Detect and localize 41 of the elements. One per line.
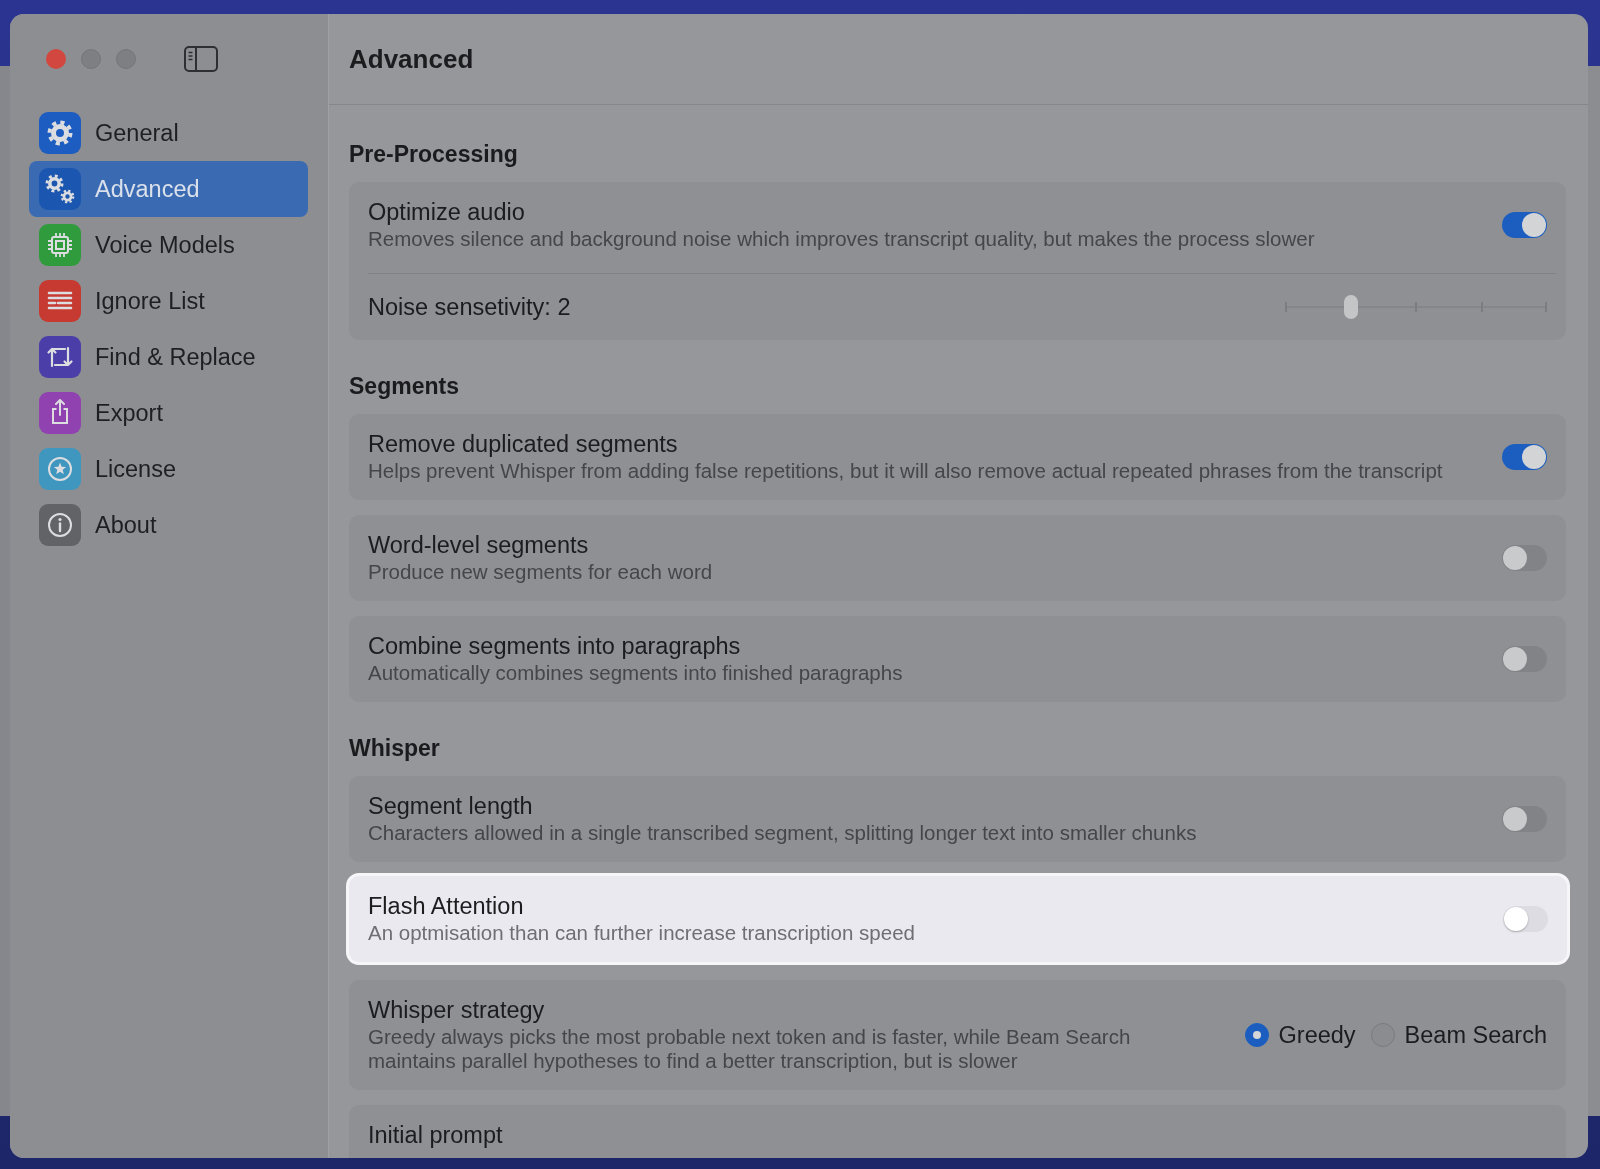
sidebar-item[interactable]: Export xyxy=(29,385,308,441)
toggle-switch[interactable] xyxy=(1502,645,1547,672)
setting-title: Initial prompt xyxy=(368,1121,504,1149)
setting-title: Word-level segments xyxy=(368,531,590,559)
toggle-switch[interactable] xyxy=(1502,211,1547,238)
section-heading: Segments xyxy=(349,372,460,400)
sidebar-item[interactable]: Ignore List xyxy=(29,273,308,329)
close-button[interactable] xyxy=(46,49,66,69)
toggle-switch[interactable] xyxy=(1502,805,1547,832)
sidebar-icon[interactable] xyxy=(184,46,218,72)
radio-button[interactable] xyxy=(1244,1022,1269,1047)
sidebar-item[interactable]: General xyxy=(29,105,308,161)
setting-title: Remove duplicated segments xyxy=(368,430,679,458)
toggle-switch[interactable] xyxy=(1502,443,1547,470)
page-title: Advanced xyxy=(349,43,474,75)
setting-title: Segment length xyxy=(368,792,534,820)
radio-label[interactable]: Greedy xyxy=(1278,1020,1356,1049)
setting-description: Characters allowed in a single transcribed segment, splitting longer text into smaller chunks xyxy=(368,821,1198,845)
sidebar-item[interactable]: License xyxy=(29,441,308,497)
slider-track[interactable] xyxy=(1285,294,1547,320)
setting-title: Flash Attention xyxy=(368,892,525,920)
setting-description: Helps prevent Whisper from adding false repetitions, but it will also remove actual repeated phrases from the transcript xyxy=(368,459,1444,483)
setting-description: An optmisation than can further increase transcription speed xyxy=(368,921,916,945)
sidebar-item[interactable]: Find & Replace xyxy=(29,329,308,385)
sidebar-item[interactable]: Voice Models xyxy=(29,217,308,273)
setting-title: Combine segments into paragraphs xyxy=(368,632,742,660)
setting-description: Greedy always picks the most probable next token and is faster, while Beam Search maintains parallel hypotheses to find a better transcription, but is slower xyxy=(368,1025,1132,1073)
radio-label[interactable]: Beam Search xyxy=(1404,1020,1547,1049)
toggle-switch[interactable] xyxy=(1502,544,1547,571)
sidebar-item[interactable]: About xyxy=(29,497,308,553)
setting-label: Noise sensetivity: 2 xyxy=(368,293,571,321)
toggle-switch[interactable] xyxy=(1503,905,1548,932)
setting-description: Removes silence and background noise which improves transcript quality, but makes the process slower xyxy=(368,227,1316,251)
setting-description: Produce new segments for each word xyxy=(368,560,714,584)
setting-title: Optimize audio xyxy=(368,198,526,226)
sidebar-item[interactable]: Advanced xyxy=(29,161,308,217)
section-heading: Whisper xyxy=(349,734,441,762)
setting-description: Automatically combines segments into finished paragraphs xyxy=(368,661,904,685)
section-heading: Pre-Processing xyxy=(349,140,519,168)
slider-thumb[interactable] xyxy=(1343,295,1358,319)
setting-title: Whisper strategy xyxy=(368,996,546,1024)
